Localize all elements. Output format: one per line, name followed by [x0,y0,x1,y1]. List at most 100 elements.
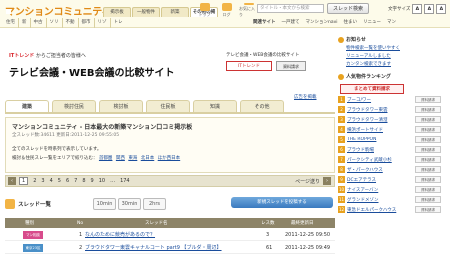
page-link[interactable]: 6 [66,178,69,184]
tab-general[interactable]: 一般物件 [132,7,160,17]
related-link[interactable]: リニュー [360,18,384,27]
related-link[interactable]: マン [384,18,399,27]
log-label: ログ [222,12,231,17]
request-info-button[interactable]: 資料請求 [415,116,441,123]
request-info-button[interactable]: 資料請求 [415,206,441,213]
page-link[interactable]: 10 [99,178,105,184]
request-info-button[interactable]: 資料請求 [415,166,441,173]
page-link[interactable]: 5 [58,178,61,184]
tab-knowledge[interactable]: 知識 [193,100,237,112]
ranking-row: 2 ブラウドタワー東雲 資料請求 [338,105,450,114]
bulk-request-button[interactable]: まとめて資料請求 [340,84,404,94]
page-link[interactable]: 1 [19,177,29,185]
area-link[interactable]: 北日本 [141,156,155,161]
table-row: 東京23区 2 ブラウドタワー東雲キャナルコート part9 【ブルダ・周辺】 … [5,242,335,254]
ranking-property-link[interactable]: DCエアテラス [347,177,411,183]
new-thread-button[interactable]: 新規スレッドを投稿する [231,197,333,208]
log-nav[interactable]: ログ [217,3,236,18]
col-title[interactable]: スレッド名 [145,220,168,226]
nav-item[interactable]: 新 [18,18,30,28]
tab-other[interactable]: その他 [240,100,284,112]
thread-title-link[interactable]: ブラウドタワー東雲キャナルコート part9 【ブルダ・周辺】 [85,244,222,251]
search-button[interactable]: スレッド検索 [327,3,369,14]
request-info-button[interactable]: 資料請求 [415,106,441,113]
area-link[interactable]: ほか西日本 [158,156,181,161]
font-size-large[interactable]: A [436,4,447,14]
sort-2hrs-button[interactable]: 2hrs [143,198,167,210]
nav-item[interactable]: トレ [109,18,126,28]
page-link-last[interactable]: 174 [120,178,130,184]
area-link[interactable]: 関西 [116,156,125,161]
pencil-icon [5,199,15,209]
thread-type-badge: マン相談 [23,230,43,239]
next-page-button[interactable]: › [323,177,331,185]
thread-date: 2011-12-25 09:50 [285,231,331,238]
ad-box-logo[interactable]: ITトレンド [226,61,272,71]
sort-30min-button[interactable]: 30min [118,198,142,210]
notice-link[interactable]: カンタン検索できます [346,61,450,67]
ad-brand[interactable]: ITトレンド [9,53,34,59]
site-logo[interactable]: マンションコミュニティ [3,3,111,18]
page-link[interactable]: 4 [50,178,53,184]
area-link[interactable]: 東海 [128,156,137,161]
ranking-property-link[interactable]: ナイスアーバン [347,187,411,193]
ranking-property-link[interactable]: THE ROPPON [347,137,411,142]
ad-title[interactable]: テレビ会議・WEB会議の比較サイト [9,64,174,79]
ranking-property-link[interactable]: ザ・パークハウス [347,167,411,173]
font-size-small[interactable]: A [412,4,423,14]
request-info-button[interactable]: 資料請求 [415,96,441,103]
tab-board[interactable]: 掲示板 [103,7,131,17]
request-info-button[interactable]: 資料請求 [415,126,441,133]
nav-item[interactable]: 不動 [61,18,78,28]
favorites-label: お気に入り [239,6,255,17]
ranking-property-link[interactable]: ブラウドタワー東雲 [347,107,411,113]
notice-link[interactable]: 物件検索一覧を使いやすく [346,45,450,51]
col-count[interactable]: レス数 [261,220,275,226]
search-input[interactable]: タイトル・本文から検索 [257,4,324,13]
tab-residents-review[interactable]: 検討住民 [52,100,96,112]
ranking-property-link[interactable]: プラウドタワー清澄 [347,117,411,123]
request-info-button[interactable]: 資料請求 [415,156,441,163]
request-info-button[interactable]: 資料請求 [415,146,441,153]
board-subtitle: 全スレッド数:34611 更新日:2011-12-25 09:55:05 [12,133,120,138]
favorites-nav[interactable]: お気に入り [239,3,258,18]
related-link[interactable]: マンションnavi [303,18,341,27]
ad-brand-suffix: からご担当者の皆様へ [35,53,86,59]
request-info-button[interactable]: 資料請求 [415,196,441,203]
request-info-button[interactable]: 資料請求 [415,186,441,193]
ad-post-link[interactable]: 広告を掲載 [294,94,317,100]
ranking-property-link[interactable]: 横浜ポートサイド [347,127,411,133]
col-date[interactable]: 最終更新日 [291,220,314,226]
request-info-button[interactable]: 資料請求 [415,176,441,183]
thread-title-link[interactable]: なんのために競売があるので？ [85,231,155,238]
ranking-property-link[interactable]: プラウド駒場 [347,147,411,153]
ranking-property-link[interactable]: ブーコ/ワー [347,97,411,103]
prev-page-button[interactable]: ‹ [8,177,16,185]
related-link[interactable]: 一戸建て [279,18,303,27]
tab-residents-board[interactable]: 住民板 [146,100,190,112]
nav-item[interactable]: リゾ [93,18,110,28]
area-link[interactable]: 首都圏 [99,156,113,161]
request-info-button[interactable]: 資料請求 [415,136,441,143]
sort-10min-button[interactable]: 10min [93,198,117,210]
ad-request-button[interactable]: 資料請求 [276,61,306,71]
tab-new-build[interactable]: 建築 [5,100,49,112]
related-link[interactable]: 住まい [341,18,361,27]
nav-item[interactable]: 住宅 [3,18,18,28]
nav-item[interactable]: 中古 [29,18,46,28]
ranking-property-link[interactable]: グランドメゾン [347,197,411,203]
nav-item[interactable]: 都市 [77,18,94,28]
nav-item[interactable]: ソリ [45,18,62,28]
ranking-property-link[interactable]: パークシティ武蔵小杉 [347,157,411,163]
page-link[interactable]: 7 [74,178,77,184]
page-link[interactable]: 2 [33,178,36,184]
page-link[interactable]: 8 [82,178,85,184]
tab-new[interactable]: 新築 [161,7,189,17]
notice-link[interactable]: リニューアルしました [346,53,450,59]
home-nav[interactable]: トップ [195,3,214,18]
page-link[interactable]: 9 [91,178,94,184]
font-size-medium[interactable]: A [424,4,435,14]
ranking-property-link[interactable]: 東急ドエルパークハウス [347,207,411,213]
tab-review-board[interactable]: 検討板 [99,100,143,112]
page-link[interactable]: 3 [41,178,44,184]
